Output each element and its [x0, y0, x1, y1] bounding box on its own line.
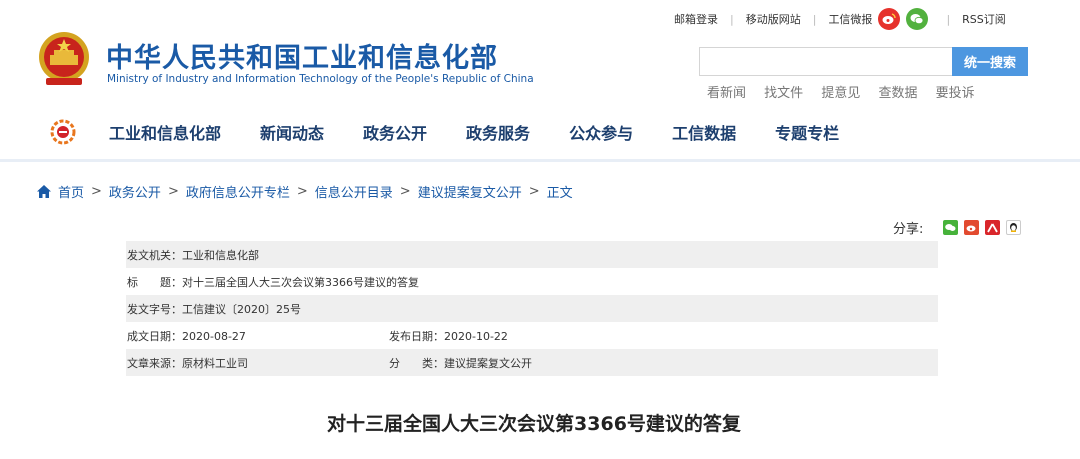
- social-icons: [878, 8, 934, 30]
- rss-link[interactable]: RSS订阅: [962, 11, 1006, 27]
- site-title: 中华人民共和国工业和信息化部: [106, 43, 498, 74]
- weibo-icon[interactable]: [878, 8, 901, 30]
- renren-share-icon[interactable]: [985, 220, 1001, 235]
- nav-public-participation[interactable]: 公众参与: [569, 120, 633, 144]
- meta-doc-number: 发文字号：工信建议〔2020〕25号: [127, 302, 301, 316]
- breadcrumb-current: 正文: [546, 186, 573, 201]
- quicklink-data[interactable]: 查数据: [878, 86, 917, 101]
- wechat-share-icon[interactable]: [943, 220, 959, 235]
- mobile-site-link[interactable]: 移动版网站: [746, 11, 801, 27]
- weibo-share-icon[interactable]: [964, 220, 980, 235]
- wechat-icon[interactable]: [906, 8, 929, 30]
- meta-issuer: 发文机关：工业和信息化部: [127, 248, 259, 262]
- share-label: 分享:: [893, 222, 924, 237]
- weibao-link[interactable]: 工信微报: [828, 11, 872, 27]
- search-input[interactable]: [699, 47, 952, 76]
- meta-row-docno: 发文字号：工信建议〔2020〕25号: [126, 295, 938, 322]
- breadcrumb-proposal-replies[interactable]: 建议提案复文公开: [418, 182, 522, 201]
- meta-publish-date: 发布日期：2020-10-22: [389, 329, 508, 343]
- divider: |: [812, 12, 817, 26]
- meta-row-source: 文章来源：原材料工业司 分 类：建议提案复文公开: [126, 349, 938, 376]
- breadcrumb-gov-affairs[interactable]: 政务公开: [109, 182, 161, 201]
- divider: |: [946, 12, 951, 26]
- meta-title: 标 题：对十三届全国人大三次会议第3366号建议的答复: [127, 275, 419, 289]
- quicklink-suggestions[interactable]: 提意见: [821, 86, 860, 101]
- home-icon[interactable]: [37, 185, 51, 198]
- meta-row-issuer: 发文机关：工业和信息化部: [126, 241, 938, 268]
- breadcrumb-separator: >: [167, 184, 179, 199]
- breadcrumb-separator: >: [296, 184, 308, 199]
- share-bar: 分享:: [893, 218, 1027, 237]
- divider: |: [730, 12, 734, 26]
- breadcrumb-home[interactable]: 首页: [58, 182, 84, 201]
- meta-row-title: 标 题：对十三届全国人大三次会议第3366号建议的答复: [126, 268, 938, 295]
- site-subtitle: Ministry of Industry and Information Tec…: [107, 73, 534, 85]
- mail-login-link[interactable]: 邮箱登录: [674, 11, 718, 27]
- breadcrumb-separator: >: [399, 184, 411, 199]
- nav-ministry[interactable]: 工业和信息化部: [109, 120, 221, 144]
- quicklink-complaints[interactable]: 要投诉: [936, 86, 975, 101]
- nav-gov-affairs[interactable]: 政务公开: [363, 120, 427, 144]
- breadcrumb-catalog[interactable]: 信息公开目录: [315, 182, 393, 201]
- nav-gov-services[interactable]: 政务服务: [466, 120, 530, 144]
- breadcrumb-separator: >: [91, 184, 102, 199]
- nav-news[interactable]: 新闻动态: [260, 120, 324, 144]
- breadcrumb-info-disclosure[interactable]: 政府信息公开专栏: [186, 182, 290, 201]
- document-metadata: 发文机关：工业和信息化部 标 题：对十三届全国人大三次会议第3366号建议的答复…: [126, 241, 938, 376]
- unified-search-button[interactable]: 统一搜索: [952, 47, 1028, 76]
- quick-links: 看新闻 找文件 提意见 查数据 要投诉: [707, 82, 989, 101]
- meta-row-dates: 成文日期：2020-08-27 发布日期：2020-10-22: [126, 322, 938, 349]
- national-emblem-icon: [39, 32, 89, 85]
- quicklink-files[interactable]: 找文件: [764, 86, 803, 101]
- article-title: 对十三届全国人大三次会议第3366号建议的答复: [327, 413, 741, 435]
- meta-category: 分 类：建议提案复文公开: [389, 356, 532, 370]
- main-nav: 工业和信息化部 新闻动态 政务公开 政务服务 公众参与 工信数据 专题专栏: [50, 118, 878, 146]
- breadcrumb: 首页 > 政务公开 > 政府信息公开专栏 > 信息公开目录 > 建议提案复文公开…: [37, 182, 573, 201]
- breadcrumb-separator: >: [528, 184, 540, 199]
- meta-written-date: 成文日期：2020-08-27: [127, 329, 246, 343]
- nav-data[interactable]: 工信数据: [672, 120, 736, 144]
- ministry-logo-icon[interactable]: [50, 119, 76, 145]
- nav-special-topics[interactable]: 专题专栏: [775, 120, 839, 144]
- meta-source: 文章来源：原材料工业司: [127, 356, 248, 370]
- qq-share-icon[interactable]: [1006, 220, 1022, 235]
- site-header: 中华人民共和国工业和信息化部 Ministry of Industry and …: [0, 0, 1080, 162]
- top-links: 邮箱登录 | 移动版网站 | 工信微报 | RSS订阅: [674, 6, 1006, 32]
- quicklink-news[interactable]: 看新闻: [707, 86, 746, 101]
